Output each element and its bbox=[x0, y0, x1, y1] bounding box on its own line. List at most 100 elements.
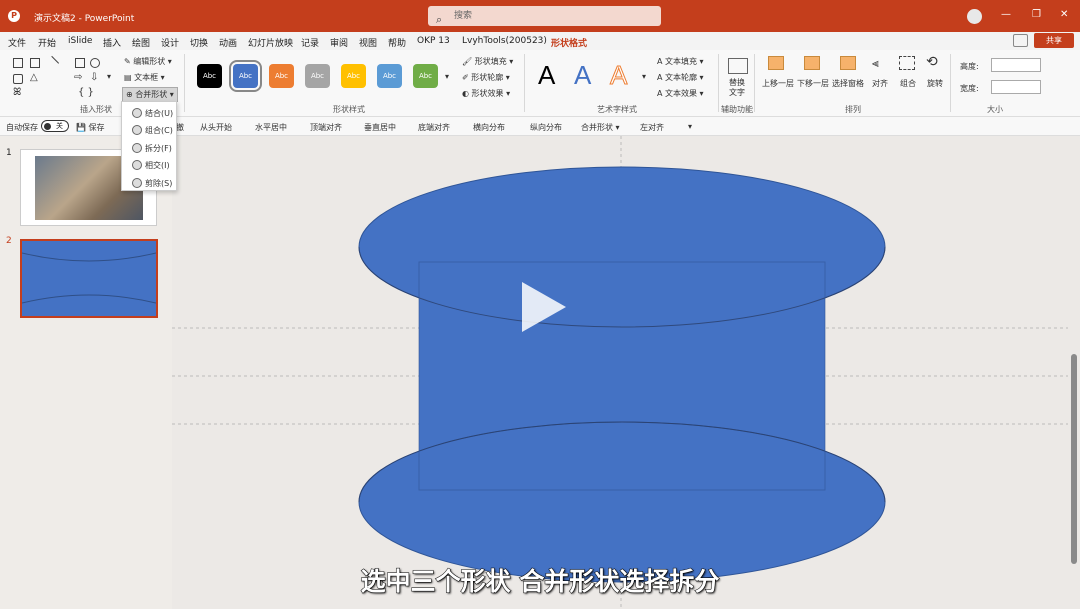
menu-item-subtract[interactable]: 剪除(S) bbox=[132, 178, 172, 189]
send-backward-button[interactable]: 下移一层 bbox=[797, 78, 829, 89]
comment-icon[interactable] bbox=[1013, 34, 1028, 47]
oval-shape-icon[interactable] bbox=[90, 58, 100, 68]
arrow-shape-icon[interactable]: ⇨ bbox=[74, 72, 82, 83]
shape-style-swatch[interactable]: Abc bbox=[377, 64, 402, 88]
triangle-shape-icon[interactable]: △ bbox=[30, 72, 38, 83]
bring-forward-button[interactable]: 上移一层 bbox=[762, 78, 794, 89]
wordart-black[interactable]: A bbox=[538, 60, 555, 91]
selection-pane-button[interactable]: 选择窗格 bbox=[832, 78, 864, 89]
save-button[interactable]: 💾 保存 bbox=[76, 122, 105, 133]
restore-icon[interactable]: ❐ bbox=[1032, 9, 1041, 20]
width-input[interactable] bbox=[991, 80, 1041, 94]
scrollbar-thumb[interactable] bbox=[1071, 354, 1077, 564]
alt-text-label-2[interactable]: 文字 bbox=[729, 87, 745, 98]
qat-more-icon[interactable]: ▾ bbox=[688, 122, 692, 131]
rotate-button[interactable]: 旋转 bbox=[927, 78, 943, 89]
menu-item-combine[interactable]: 组合(C) bbox=[132, 125, 173, 136]
tab-draw[interactable]: 绘图 bbox=[132, 36, 150, 49]
height-input[interactable] bbox=[991, 58, 1041, 72]
share-button[interactable]: 共享 bbox=[1034, 33, 1074, 48]
text-box-button[interactable]: ▤ 文本框 ▾ bbox=[124, 72, 165, 83]
qat-align-left[interactable]: 左对齐 bbox=[640, 122, 664, 133]
qat-center-horizontal[interactable]: 水平居中 bbox=[255, 122, 287, 133]
selection-pane-icon[interactable] bbox=[840, 56, 856, 70]
shape-style-swatch[interactable]: Abc bbox=[305, 64, 330, 88]
qat-distribute-vertical[interactable]: 纵向分布 bbox=[530, 122, 562, 133]
qat-from-start[interactable]: 从头开始 bbox=[200, 122, 232, 133]
align-button[interactable]: 对齐 bbox=[872, 78, 888, 89]
shape-style-swatch[interactable]: Abc bbox=[197, 64, 222, 88]
tab-animations[interactable]: 动画 bbox=[219, 36, 237, 49]
shape-style-swatch[interactable]: Abc bbox=[413, 64, 438, 88]
gallery-more-icon[interactable]: ▾ bbox=[107, 72, 111, 81]
menu-item-intersect[interactable]: 相交(I) bbox=[132, 160, 170, 171]
shape-outline-button[interactable]: ✐ 形状轮廓 ▾ bbox=[462, 72, 510, 83]
bring-forward-icon[interactable] bbox=[768, 56, 784, 70]
accessibility-group-label: 辅助功能 bbox=[721, 105, 753, 114]
tab-lvyhtools[interactable]: LvyhTools(200523) bbox=[462, 36, 547, 46]
tab-transitions[interactable]: 切换 bbox=[190, 36, 208, 49]
tab-insert[interactable]: 插入 bbox=[103, 36, 121, 49]
tab-okp[interactable]: OKP 13 bbox=[417, 36, 450, 46]
slide-2-preview bbox=[22, 241, 156, 316]
autosave-toggle[interactable]: 关 bbox=[41, 120, 69, 132]
text-outline-button[interactable]: A 文本轮廓 ▾ bbox=[657, 72, 704, 83]
tab-view[interactable]: 视图 bbox=[359, 36, 377, 49]
align-icon[interactable]: ⫷ bbox=[872, 56, 879, 71]
down-arrow-shape-icon[interactable]: ⇩ bbox=[90, 72, 98, 83]
shape-style-swatch[interactable]: Abc bbox=[229, 60, 262, 92]
tab-help[interactable]: 帮助 bbox=[388, 36, 406, 49]
menu-item-fragment[interactable]: 拆分(F) bbox=[132, 143, 172, 154]
tab-file[interactable]: 文件 bbox=[8, 36, 26, 49]
tab-home[interactable]: 开始 bbox=[38, 36, 56, 49]
insert-shape-group-label: 插入形状 bbox=[80, 105, 112, 114]
rectangle-shape-icon[interactable] bbox=[75, 58, 85, 68]
textbox-shape-icon[interactable] bbox=[13, 58, 23, 68]
brace-shape-icon[interactable]: { } bbox=[78, 87, 94, 98]
close-icon[interactable]: ✕ bbox=[1060, 9, 1068, 20]
group-icon[interactable] bbox=[899, 56, 915, 70]
tab-slideshow[interactable]: 幻灯片放映 bbox=[248, 36, 293, 49]
line-shape-icon[interactable] bbox=[44, 55, 60, 71]
user-avatar[interactable] bbox=[967, 9, 982, 24]
edit-shape-button[interactable]: ✎ 编辑形状 ▾ bbox=[124, 56, 172, 67]
qat-merge-shapes[interactable]: 合并形状 ▾ bbox=[581, 122, 620, 133]
merge-shapes-button[interactable]: ⊕ 合并形状 ▾ bbox=[122, 87, 178, 102]
slide-canvas[interactable] bbox=[172, 136, 1068, 609]
text-effects-button[interactable]: A 文本效果 ▾ bbox=[657, 88, 704, 99]
minimize-icon[interactable]: — bbox=[1001, 9, 1011, 20]
tab-record[interactable]: 记录 bbox=[301, 36, 319, 49]
tab-islide[interactable]: iSlide bbox=[68, 36, 92, 46]
shape-style-swatch[interactable]: Abc bbox=[269, 64, 294, 88]
qat-undo[interactable]: 撤 bbox=[176, 122, 184, 133]
vertical-scrollbar[interactable] bbox=[1068, 136, 1080, 609]
send-backward-icon[interactable] bbox=[804, 56, 820, 70]
rotate-icon[interactable]: ⟲ bbox=[926, 54, 938, 70]
search-input[interactable]: ⌕ 搜索 bbox=[428, 6, 661, 26]
vertical-textbox-shape-icon[interactable] bbox=[30, 58, 40, 68]
wordart-more-icon[interactable]: ▾ bbox=[642, 72, 646, 81]
freeform-shape-icon[interactable]: ꕤ bbox=[13, 87, 21, 98]
qat-distribute-horizontal[interactable]: 横向分布 bbox=[473, 122, 505, 133]
wordart-orange-outline[interactable]: A bbox=[609, 60, 627, 91]
shape-style-swatch[interactable]: Abc bbox=[341, 64, 366, 88]
rounded-rect-shape-icon[interactable] bbox=[13, 74, 23, 84]
tab-review[interactable]: 审阅 bbox=[330, 36, 348, 49]
text-fill-button[interactable]: A 文本填充 ▾ bbox=[657, 56, 704, 67]
menu-item-union[interactable]: 结合(U) bbox=[132, 108, 173, 119]
qat-center-vertical[interactable]: 垂直居中 bbox=[364, 122, 396, 133]
wordart-blue[interactable]: A bbox=[574, 60, 591, 91]
qat-align-bottom[interactable]: 底端对齐 bbox=[418, 122, 450, 133]
group-button[interactable]: 组合 bbox=[900, 78, 916, 89]
shape-effects-button[interactable]: ◐ 形状效果 ▾ bbox=[462, 88, 510, 99]
title-bar: P 演示文稿2 - PowerPoint ⌕ 搜索 — ❐ ✕ bbox=[0, 0, 1080, 32]
bottom-ellipse-shape bbox=[358, 421, 886, 583]
qat-align-top[interactable]: 顶端对齐 bbox=[310, 122, 342, 133]
divider bbox=[184, 54, 185, 112]
style-more-icon[interactable]: ▾ bbox=[445, 72, 449, 81]
slide-thumbnail-2[interactable] bbox=[20, 239, 158, 318]
shape-fill-button[interactable]: 🖌 形状填充 ▾ bbox=[462, 56, 513, 67]
tab-design[interactable]: 设计 bbox=[161, 36, 179, 49]
alt-text-icon[interactable] bbox=[728, 58, 748, 74]
slide-number-2: 2 bbox=[6, 236, 12, 246]
